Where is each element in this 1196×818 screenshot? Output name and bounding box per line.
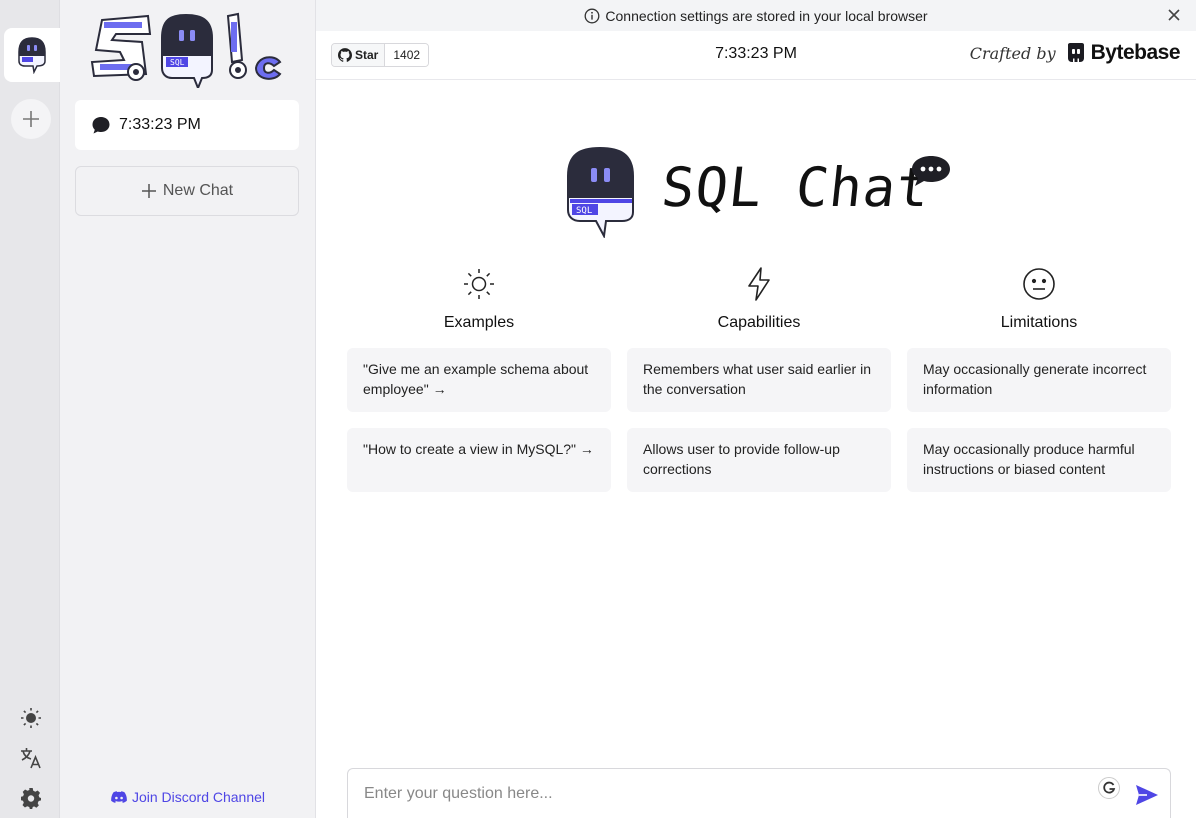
grammarly-icon[interactable]	[1098, 777, 1120, 799]
chat-list-item[interactable]: 7:33:23 PM	[75, 100, 299, 150]
chat-bubble-icon	[92, 117, 110, 134]
capability-card: Remembers what user said earlier in the …	[627, 348, 891, 412]
sql-chat-robot-icon: SQL	[567, 146, 634, 238]
translate-icon	[21, 748, 41, 769]
limitations-column-header: Limitations	[907, 266, 1171, 332]
info-icon	[584, 8, 600, 23]
capabilities-title: Capabilities	[717, 314, 801, 331]
new-chat-label: New Chat	[162, 182, 234, 199]
send-icon[interactable]	[1134, 783, 1160, 807]
example-prompt-card[interactable]: "How to create a view in MySQL?" →	[347, 428, 611, 492]
crafted-by-text: Crafted by	[969, 43, 1056, 63]
discord-label: Join Discord Channel	[131, 789, 266, 805]
example-prompt-card[interactable]: "Give me an example schema about employe…	[347, 348, 611, 412]
sun-icon	[21, 708, 41, 728]
plus-icon	[23, 111, 39, 127]
capability-card: Allows user to provide follow-up correct…	[627, 428, 891, 492]
add-connection-button[interactable]	[11, 99, 51, 139]
question-input-box	[347, 768, 1171, 818]
github-star-count: 1402	[385, 44, 429, 66]
main-panel: Connection settings are stored in your l…	[316, 0, 1196, 818]
github-star-label: Star	[355, 48, 379, 62]
language-switch-button[interactable]	[16, 743, 46, 773]
discord-icon	[111, 790, 127, 803]
limitations-title: Limitations	[1000, 314, 1078, 331]
bytebase-logo-icon	[1067, 43, 1084, 62]
gear-icon	[21, 788, 41, 809]
limitation-card: May occasionally generate incorrect info…	[907, 348, 1171, 412]
brand-name: Bytebase	[1090, 41, 1181, 64]
chat-item-title: 7:33:23 PM	[119, 116, 201, 133]
storage-banner: Connection settings are stored in your l…	[316, 0, 1196, 31]
examples-title: Examples	[443, 314, 515, 331]
capabilities-column-header: Capabilities	[627, 266, 891, 332]
limitation-card: May occasionally produce harmful instruc…	[907, 428, 1171, 492]
banner-text: Connection settings are stored in your l…	[605, 7, 928, 24]
chat-sidebar: SQL 7:33:23 PM New Chat Join Discord Cha…	[60, 0, 316, 818]
lightning-icon	[748, 267, 770, 301]
hero-logo: SQL SQL Chat	[566, 146, 956, 238]
connection-rail	[0, 0, 60, 818]
join-discord-link[interactable]: Join Discord Channel	[60, 789, 316, 805]
sun-icon	[464, 269, 494, 299]
new-chat-button[interactable]: New Chat	[75, 166, 299, 216]
neutral-face-icon	[1023, 268, 1055, 300]
question-input[interactable]	[348, 769, 1088, 818]
top-header: Star 1402 7:33:23 PM Crafted by Bytebase	[316, 31, 1196, 80]
connection-item-active[interactable]	[4, 28, 60, 82]
github-star-button[interactable]: Star 1402	[331, 43, 430, 67]
theme-toggle-button[interactable]	[16, 703, 46, 733]
hero-title: SQL Chat	[658, 156, 934, 219]
examples-column-header: Examples	[347, 266, 611, 332]
github-icon	[338, 48, 352, 62]
settings-button[interactable]	[16, 783, 46, 813]
svg-text:SQL: SQL	[170, 58, 185, 67]
svg-text:SQL: SQL	[576, 206, 592, 216]
sql-chat-robot-icon	[18, 37, 46, 74]
speech-bubble-icon	[912, 156, 950, 186]
plus-icon	[141, 184, 156, 198]
bytebase-link[interactable]: Crafted by Bytebase	[969, 41, 1181, 65]
sql-chat-logo: SQL	[90, 12, 286, 91]
close-icon[interactable]	[1166, 7, 1182, 23]
